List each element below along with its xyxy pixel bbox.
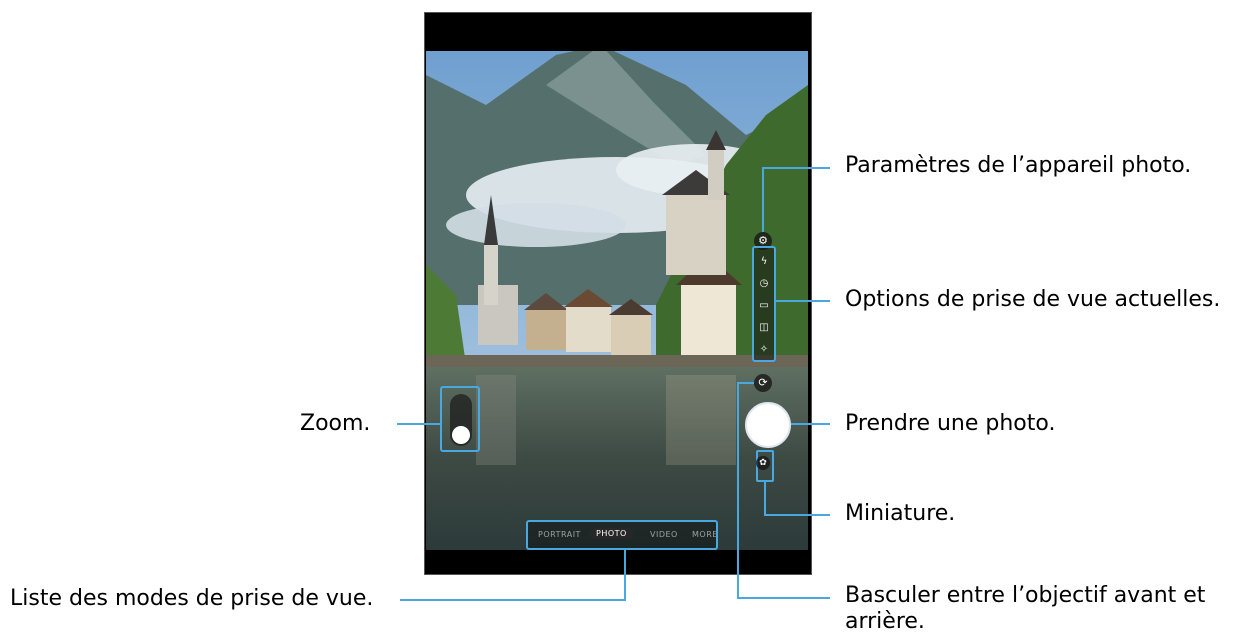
callout-thumbnail: Miniature. bbox=[845, 501, 956, 526]
callout-take-photo: Prendre une photo. bbox=[845, 411, 1056, 436]
flash-icon[interactable]: ϟ bbox=[758, 256, 770, 268]
mode-video[interactable]: VIDEO bbox=[650, 530, 678, 539]
landscape-image bbox=[426, 45, 808, 550]
callout-shooting-options: Options de prise de vue actuelles. bbox=[845, 287, 1221, 312]
motion-photo-icon[interactable]: ◫ bbox=[758, 322, 770, 334]
thumbnail-preview[interactable]: ✿ bbox=[756, 450, 774, 482]
callout-switch-camera-line1: Basculer entre l’objectif avant et bbox=[845, 583, 1206, 608]
ratio-icon[interactable]: ▭ bbox=[758, 300, 770, 312]
callout-shooting-modes: Liste des modes de prise de vue. bbox=[10, 586, 374, 611]
callout-switch-camera-line2: arrière. bbox=[845, 609, 925, 634]
zoom-track[interactable] bbox=[450, 394, 472, 446]
shutter-button[interactable] bbox=[745, 402, 791, 448]
zoom-knob[interactable] bbox=[452, 426, 470, 444]
mode-more[interactable]: MORE bbox=[692, 530, 716, 539]
callout-zoom: Zoom. bbox=[300, 411, 371, 436]
filter-icon[interactable]: ✧ bbox=[758, 344, 770, 356]
rotate-camera-icon[interactable]: ⟳ bbox=[754, 374, 772, 392]
shooting-modes-list[interactable]: PORTRAIT PHOTO VIDEO MORE bbox=[526, 520, 718, 550]
shooting-options-bar: ϟ ◷ ▭ ◫ ✧ bbox=[752, 246, 776, 362]
camera-preview[interactable] bbox=[426, 45, 808, 550]
mode-portrait[interactable]: PORTRAIT bbox=[538, 530, 581, 539]
thumbnail-icon: ✿ bbox=[756, 456, 770, 470]
zoom-control[interactable] bbox=[440, 386, 480, 452]
mode-photo[interactable]: PHOTO bbox=[590, 528, 633, 539]
callout-camera-settings: Paramètres de l’appareil photo. bbox=[845, 153, 1192, 178]
timer-icon[interactable]: ◷ bbox=[758, 278, 770, 290]
